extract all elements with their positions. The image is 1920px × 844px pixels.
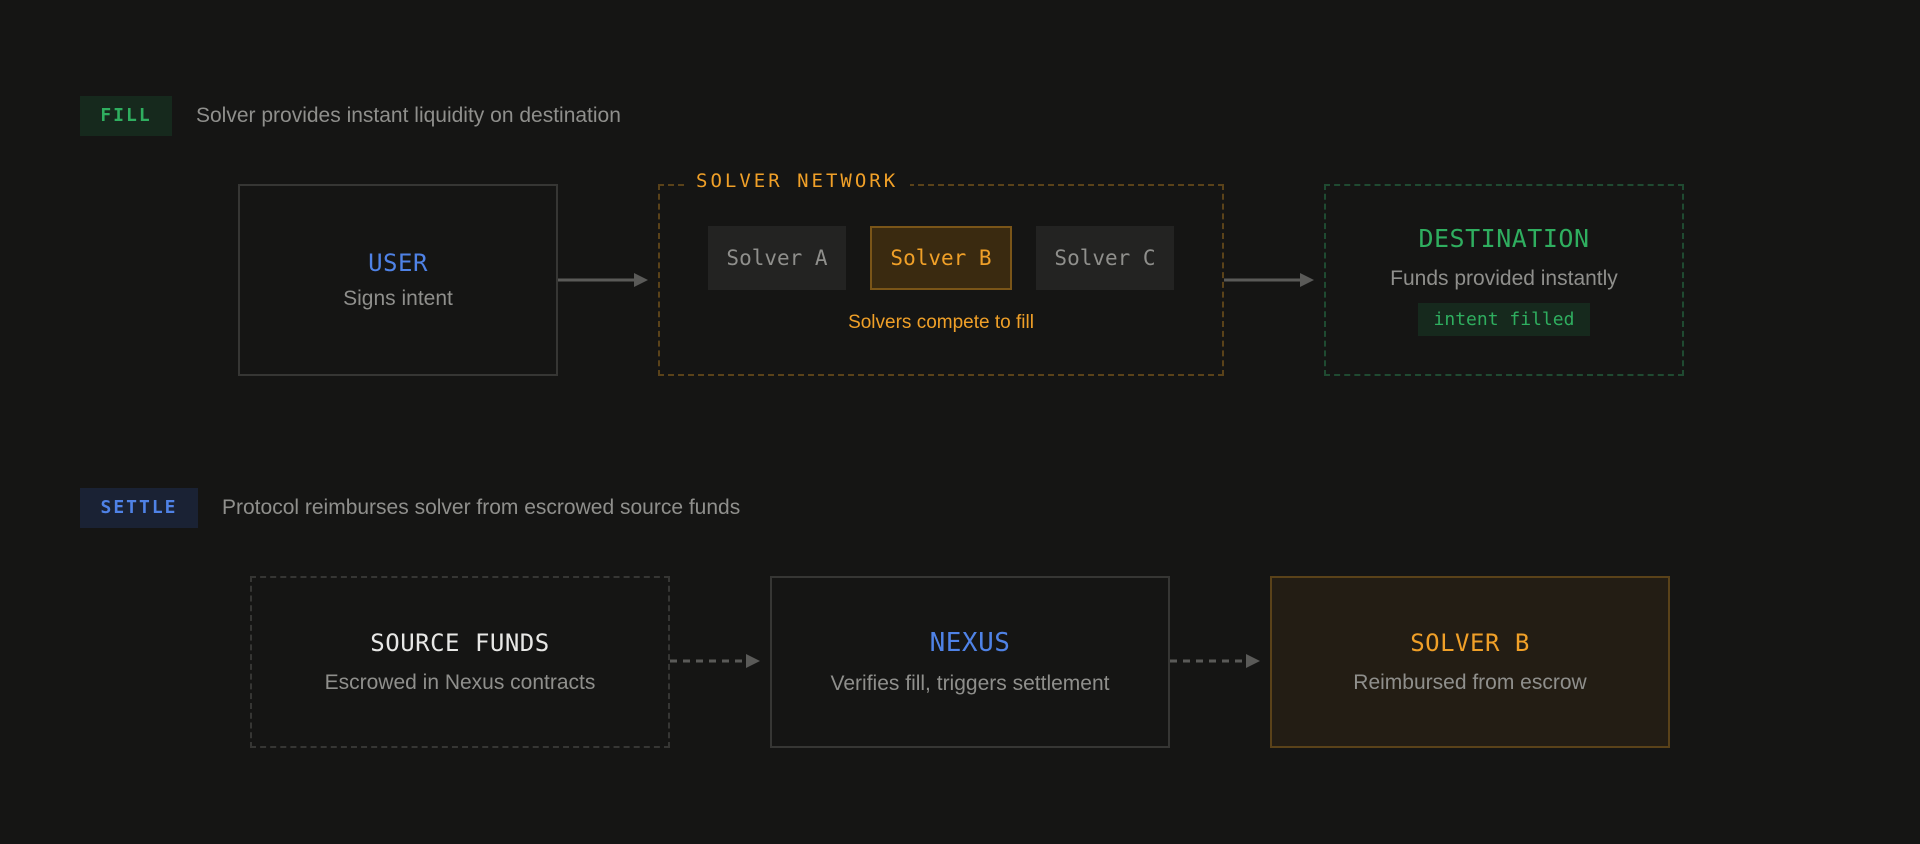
arrow-network-to-destination [1224,273,1314,287]
user-title: USER [368,249,428,277]
user-node: USER Signs intent [238,184,558,376]
arrow-user-to-network [558,273,648,287]
solver-a: Solver A [708,226,846,290]
solver-network-label: SOLVER NETWORK [684,168,911,194]
source-funds-subtitle: Escrowed in Nexus contracts [324,671,596,694]
fill-description: Solver provides instant liquidity on des… [196,104,621,127]
solver-b-node: SOLVER B Reimbursed from escrow [1270,576,1670,748]
arrow-source-to-nexus [670,654,760,668]
source-funds-node: SOURCE FUNDS Escrowed in Nexus contracts [250,576,670,748]
solver-b-subtitle: Reimbursed from escrow [1353,671,1587,694]
destination-node: DESTINATION Funds provided instantly int… [1324,184,1684,376]
nexus-node: NEXUS Verifies fill, triggers settlement [770,576,1170,748]
settle-description: Protocol reimburses solver from escrowed… [222,496,741,519]
solver-b: Solver B [870,226,1012,290]
settle-tag: SETTLE [80,488,198,528]
arrow-nexus-to-solver-b [1170,654,1260,668]
source-funds-title: SOURCE FUNDS [370,629,550,657]
solver-network-caption: Solvers compete to fill [848,312,1034,333]
fill-tag: FILL [80,96,172,136]
destination-title: DESTINATION [1418,224,1590,253]
solver-b-title: SOLVER B [1410,629,1530,657]
nexus-title: NEXUS [929,628,1011,658]
nexus-subtitle: Verifies fill, triggers settlement [830,672,1110,695]
solver-c: Solver C [1036,226,1174,290]
intent-filled-badge: intent filled [1417,303,1591,336]
destination-subtitle: Funds provided instantly [1390,267,1618,290]
user-subtitle: Signs intent [343,287,453,310]
